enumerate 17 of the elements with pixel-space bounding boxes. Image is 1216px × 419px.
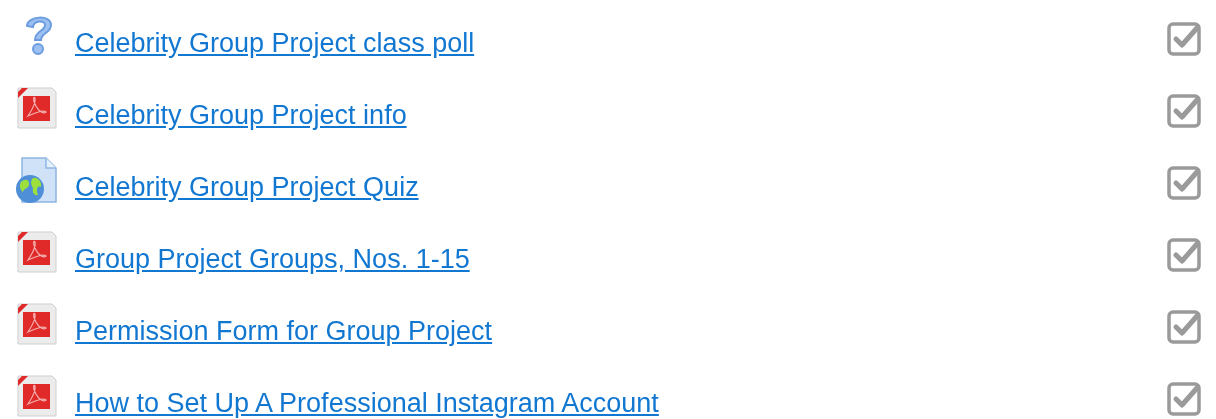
web-page-globe-icon <box>14 156 60 204</box>
activity-link[interactable]: Group Project Groups, Nos. 1-15 <box>75 243 470 275</box>
completion-checkbox[interactable] <box>1167 382 1201 416</box>
activity-link[interactable]: Permission Form for Group Project <box>75 315 493 347</box>
activity-link[interactable]: Celebrity Group Project class poll <box>75 27 475 59</box>
pdf-file-icon <box>14 228 60 274</box>
activity-link[interactable]: How to Set Up A Professional Instagram Account <box>75 387 659 419</box>
activity-link[interactable]: Celebrity Group Project Quiz <box>75 171 419 203</box>
pdf-file-icon <box>14 300 60 346</box>
completion-checkbox[interactable] <box>1167 94 1201 128</box>
pdf-file-icon <box>14 372 60 418</box>
pdf-file-icon <box>14 84 60 130</box>
completion-checkbox[interactable] <box>1167 22 1201 56</box>
completion-checkbox[interactable] <box>1167 166 1201 200</box>
completion-checkbox[interactable] <box>1167 238 1201 272</box>
activity-link[interactable]: Celebrity Group Project info <box>75 99 407 131</box>
completion-checkbox[interactable] <box>1167 310 1201 344</box>
